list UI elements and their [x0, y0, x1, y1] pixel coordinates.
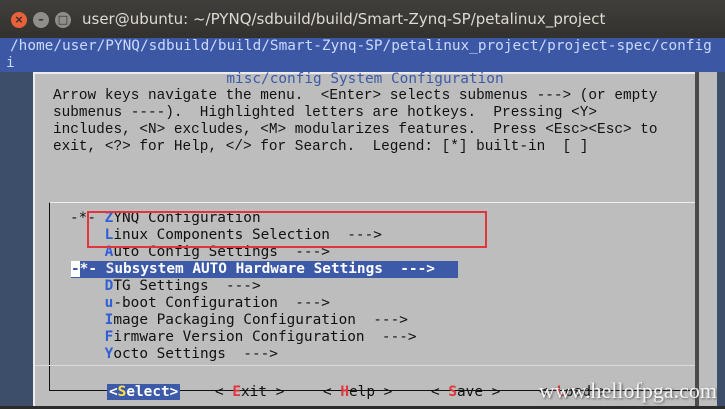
menu-item-uboot-configuration[interactable]: u-boot Configuration ---> — [70, 295, 630, 312]
menu-item-yocto-settings[interactable]: Yocto Settings ---> — [70, 346, 630, 363]
menu-item-prefix: *- — [79, 261, 106, 277]
maximize-window-icon[interactable]: □ — [55, 12, 71, 28]
menu-cursor: - — [71, 261, 80, 277]
annotation-highlight-box — [87, 211, 487, 248]
menu-item-label: octo Settings ---> — [113, 346, 278, 362]
menu-item-firmware-version[interactable]: Firmware Version Configuration ---> — [70, 329, 630, 346]
dialog-side-strip — [699, 72, 717, 406]
help-text: Arrow keys navigate the menu. <Enter> se… — [53, 88, 658, 155]
exit-button[interactable]: < Exit > — [215, 384, 284, 400]
menu-item-label: TG Settings ---> — [113, 278, 261, 294]
menu-item-prefix — [70, 312, 105, 328]
config-path-line-2: i — [6, 55, 15, 71]
config-path-header: /home/user/PYNQ/sdbuild/build/Smart-Zynq… — [0, 38, 725, 72]
window-title: user@ubuntu: ~/PYNQ/sdbuild/build/Smart-… — [82, 10, 606, 28]
menu-item-prefix — [70, 346, 105, 362]
save-button[interactable]: < Save > — [431, 384, 500, 400]
menu-item-label: -boot Configuration ---> — [113, 295, 330, 311]
watermark: www.hellofpga.com — [538, 378, 717, 403]
menu-item-subsystem-auto-hardware[interactable]: -*- Subsystem AUTO Hardware Settings ---… — [71, 261, 458, 278]
config-path-line-1: /home/user/PYNQ/sdbuild/build/Smart-Zynq… — [10, 38, 712, 54]
menu-item-label: ubsystem AUTO Hardware Settings ---> — [114, 261, 435, 277]
menu-item-label: mage Packaging Configuration ---> — [113, 312, 408, 328]
minimize-window-icon[interactable]: – — [33, 12, 49, 28]
close-window-icon[interactable]: × — [11, 12, 27, 28]
menu-item-prefix — [70, 329, 105, 345]
menu-item-prefix — [70, 295, 105, 311]
menu-item-dtg-settings[interactable]: DTG Settings ---> — [70, 278, 630, 295]
menu-item-image-packaging[interactable]: Image Packaging Configuration ---> — [70, 312, 630, 329]
select-button[interactable]: <Select> — [107, 384, 181, 400]
menu-item-label: irmware Version Configuration ---> — [113, 329, 417, 345]
dialog-title: misc/config System Configuration — [226, 71, 504, 87]
menu-item-prefix — [70, 278, 105, 294]
help-button[interactable]: < Help > — [323, 384, 392, 400]
window-titlebar: × – □ user@ubuntu: ~/PYNQ/sdbuild/build/… — [0, 0, 725, 38]
